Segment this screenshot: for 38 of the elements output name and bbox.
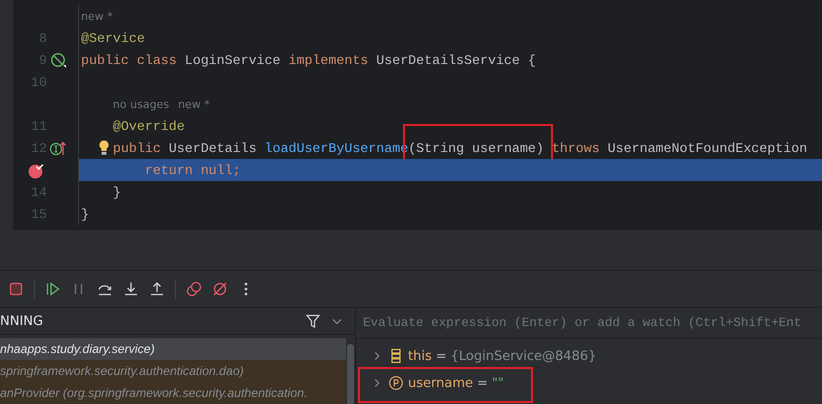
inlay-hint[interactable]: new * <box>81 10 113 22</box>
code-annotation: @Service <box>81 30 145 46</box>
code-text: } <box>112 184 121 200</box>
panel-title: NNING <box>0 314 44 328</box>
code-text: UsernameNotFoundException <box>606 140 808 156</box>
code-keyword: implements <box>288 52 368 68</box>
step-into-icon[interactable] <box>123 281 139 297</box>
code-text: UserDetailsService { <box>375 52 536 68</box>
resume-icon[interactable] <box>45 281 61 297</box>
stack-frame[interactable]: springframework.security.authentication.dao) <box>0 360 346 382</box>
equals-sign: = <box>477 376 488 390</box>
code-keyword: return null; <box>144 162 241 178</box>
variable-name: username <box>408 376 473 390</box>
code-text: UserDetails <box>168 140 258 156</box>
breakpoints-icon[interactable] <box>186 281 202 297</box>
inlay-hint[interactable]: no usages <box>112 98 170 110</box>
implements-method-icon <box>50 140 66 156</box>
breakpoint-icon[interactable] <box>27 162 44 178</box>
filter-icon[interactable] <box>305 313 321 329</box>
code-keyword: public <box>112 140 161 156</box>
scrollbar[interactable] <box>347 344 354 404</box>
variable-value: "" <box>492 376 504 390</box>
inlay-hint[interactable]: new * <box>178 98 210 110</box>
code-text: } <box>81 206 89 222</box>
stack-frame[interactable]: anProvider (org.springframework.security.authentication. <box>0 382 346 404</box>
equals-sign: = <box>436 348 447 364</box>
mute-breakpoints-icon[interactable] <box>212 281 228 297</box>
stack-frame[interactable]: nhaapps.study.diary.service) <box>0 338 346 360</box>
bean-icon <box>50 52 66 68</box>
code-keyword: throws <box>550 140 600 156</box>
stop-icon[interactable] <box>8 281 24 297</box>
variable-value: {LoginService@8486} <box>450 348 596 364</box>
step-out-icon[interactable] <box>149 281 165 297</box>
code-text: LoginService <box>184 52 282 68</box>
code-annotation: @Override <box>112 118 185 134</box>
variable-name: this <box>408 348 432 364</box>
parameter-icon <box>388 375 404 391</box>
code-keyword: public class <box>81 52 177 68</box>
